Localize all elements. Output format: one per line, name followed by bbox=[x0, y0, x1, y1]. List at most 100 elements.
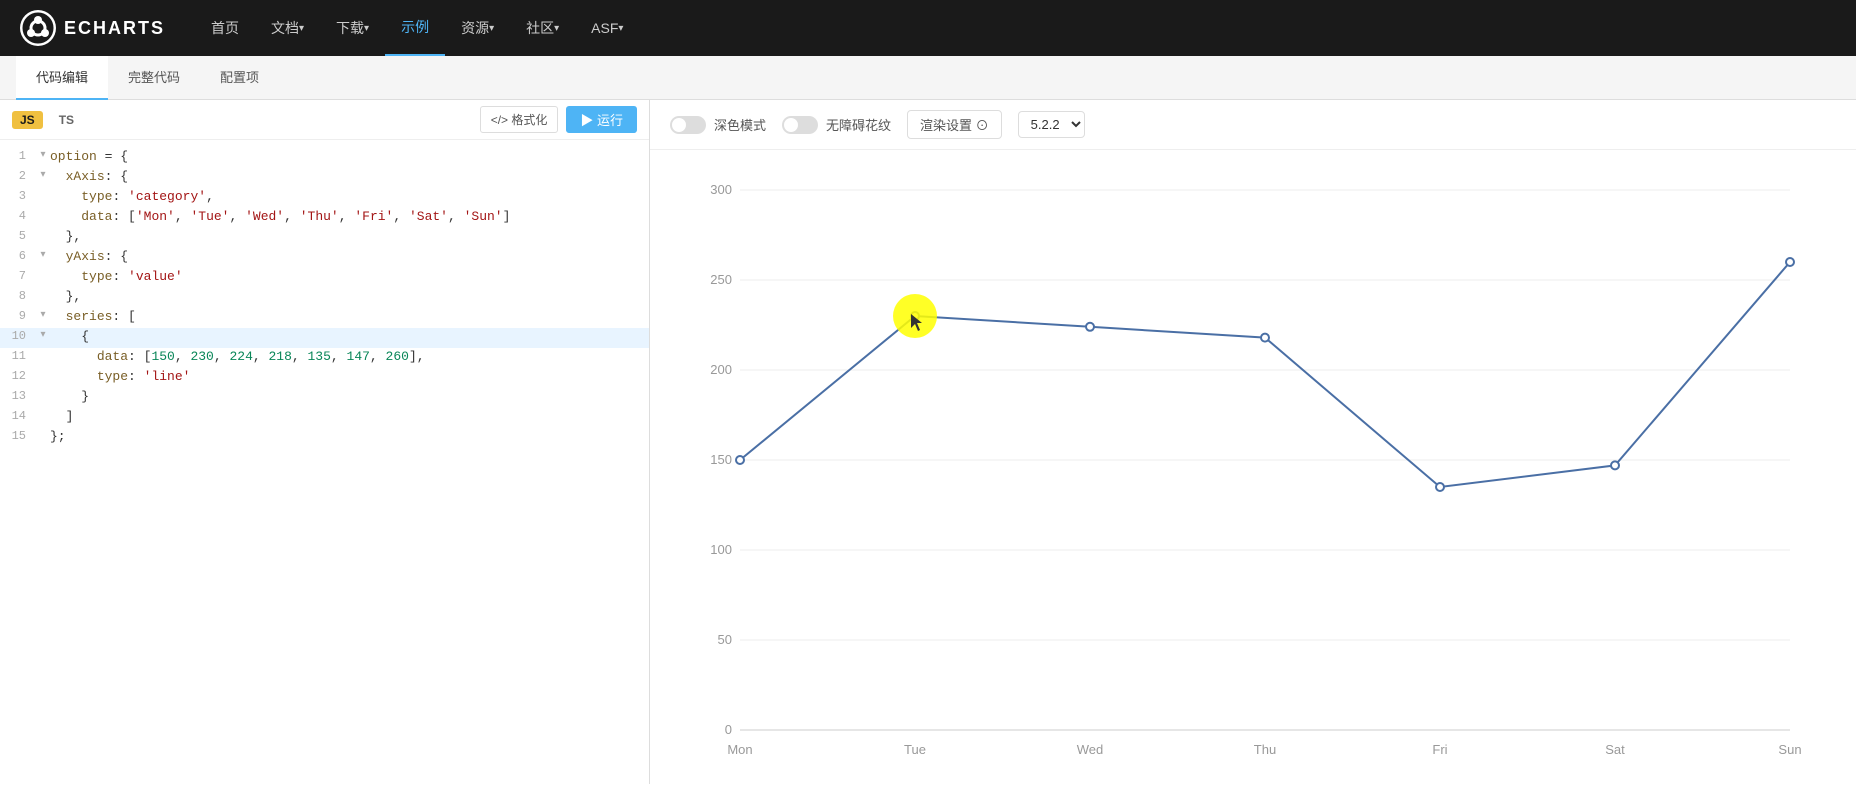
line-number: 1 bbox=[0, 149, 36, 163]
line-content: type: 'line' bbox=[50, 369, 190, 384]
dark-mode-toggle[interactable] bbox=[670, 116, 706, 134]
svg-text:Thu: Thu bbox=[1254, 742, 1276, 757]
svg-text:Tue: Tue bbox=[904, 742, 926, 757]
code-line: 1▾option = { bbox=[0, 148, 649, 168]
line-number: 10 bbox=[0, 329, 36, 343]
code-line: 3 type: 'category', bbox=[0, 188, 649, 208]
line-number: 11 bbox=[0, 349, 36, 363]
line-number: 5 bbox=[0, 229, 36, 243]
svg-text:Mon: Mon bbox=[727, 742, 752, 757]
dark-mode-label: 深色模式 bbox=[714, 115, 766, 134]
nav-item-download[interactable]: 下载 bbox=[320, 0, 385, 56]
line-content: ] bbox=[50, 409, 73, 424]
svg-text:100: 100 bbox=[710, 542, 732, 557]
svg-text:Sat: Sat bbox=[1605, 742, 1625, 757]
code-line: 8 }, bbox=[0, 288, 649, 308]
line-number: 12 bbox=[0, 369, 36, 383]
line-number: 2 bbox=[0, 169, 36, 183]
logo-icon bbox=[20, 10, 56, 46]
dark-mode-toggle-group: 深色模式 bbox=[670, 115, 766, 134]
line-content: option = { bbox=[50, 149, 128, 164]
nav-item-home[interactable]: 首页 bbox=[195, 0, 255, 56]
svg-text:150: 150 bbox=[710, 452, 732, 467]
version-select[interactable]: 5.2.2 bbox=[1018, 111, 1085, 138]
svg-text:Fri: Fri bbox=[1432, 742, 1447, 757]
svg-text:Wed: Wed bbox=[1077, 742, 1104, 757]
editor-panel: JS TS </> 格式化 ▶ 运行 1▾option = {2▾ xAxis:… bbox=[0, 100, 650, 784]
code-line: 15}; bbox=[0, 428, 649, 448]
svg-text:200: 200 bbox=[710, 362, 732, 377]
line-content: yAxis: { bbox=[50, 249, 128, 264]
nav-item-docs[interactable]: 文档 bbox=[255, 0, 320, 56]
code-line: 7 type: 'value' bbox=[0, 268, 649, 288]
line-number: 14 bbox=[0, 409, 36, 423]
code-line: 4 data: ['Mon', 'Tue', 'Wed', 'Thu', 'Fr… bbox=[0, 208, 649, 228]
line-content: type: 'category', bbox=[50, 189, 214, 204]
code-line: 12 type: 'line' bbox=[0, 368, 649, 388]
code-line: 10▾ { bbox=[0, 328, 649, 348]
svg-text:50: 50 bbox=[718, 632, 732, 647]
nav-item-resources[interactable]: 资源 bbox=[445, 0, 510, 56]
chart-area: 0 50 100 150 200 250 300 Mon Tue Wed Thu Fri Sat Sun bbox=[650, 150, 1856, 800]
nav-item-community[interactable]: 社区 bbox=[510, 0, 575, 56]
tab-config[interactable]: 配置项 bbox=[200, 56, 279, 100]
line-number: 6 bbox=[0, 249, 36, 263]
line-content: data: [150, 230, 224, 218, 135, 147, 260… bbox=[50, 349, 425, 364]
chart-panel: 深色模式 无障碍花纹 渲染设置 ⊙ 5.2.2 0 50 100 150 200 250 3… bbox=[650, 100, 1856, 784]
line-number: 3 bbox=[0, 189, 36, 203]
code-line: 6▾ yAxis: { bbox=[0, 248, 649, 268]
run-button[interactable]: ▶ 运行 bbox=[566, 106, 637, 133]
lang-js-badge[interactable]: JS bbox=[12, 111, 43, 129]
code-area[interactable]: 1▾option = {2▾ xAxis: {3 type: 'category… bbox=[0, 140, 649, 780]
line-number: 7 bbox=[0, 269, 36, 283]
code-line: 2▾ xAxis: { bbox=[0, 168, 649, 188]
chart-svg: 0 50 100 150 200 250 300 Mon Tue Wed Thu Fri Sat Sun bbox=[680, 170, 1830, 790]
nav-items: 首页 文档 下载 示例 资源 社区 ASF bbox=[195, 0, 639, 56]
line-number: 15 bbox=[0, 429, 36, 443]
code-line: 11 data: [150, 230, 224, 218, 135, 147, … bbox=[0, 348, 649, 368]
code-line: 13 } bbox=[0, 388, 649, 408]
line-content: }, bbox=[50, 229, 81, 244]
nav-item-asf[interactable]: ASF bbox=[575, 0, 639, 56]
line-content: data: ['Mon', 'Tue', 'Wed', 'Thu', 'Fri'… bbox=[50, 209, 510, 224]
line-content: xAxis: { bbox=[50, 169, 128, 184]
line-arrow-icon: ▾ bbox=[36, 249, 50, 261]
nav-logo[interactable]: ECHARTS bbox=[20, 10, 165, 46]
line-arrow-icon: ▾ bbox=[36, 329, 50, 341]
line-number: 13 bbox=[0, 389, 36, 403]
format-button[interactable]: </> 格式化 bbox=[480, 106, 559, 133]
tab-full-code[interactable]: 完整代码 bbox=[108, 56, 200, 100]
line-content: series: [ bbox=[50, 309, 136, 324]
svg-text:250: 250 bbox=[710, 272, 732, 287]
svg-text:Sun: Sun bbox=[1778, 742, 1801, 757]
line-number: 8 bbox=[0, 289, 36, 303]
code-line: 9▾ series: [ bbox=[0, 308, 649, 328]
render-settings-button[interactable]: 渲染设置 ⊙ bbox=[907, 110, 1002, 139]
chart-controls: 深色模式 无障碍花纹 渲染设置 ⊙ 5.2.2 bbox=[650, 100, 1856, 150]
accessible-toggle-group: 无障碍花纹 bbox=[782, 115, 891, 134]
line-arrow-icon: ▾ bbox=[36, 149, 50, 161]
line-content: } bbox=[50, 389, 89, 404]
line-number: 9 bbox=[0, 309, 36, 323]
line-content: }, bbox=[50, 289, 81, 304]
tab-code-editor[interactable]: 代码编辑 bbox=[16, 56, 108, 100]
line-content: type: 'value' bbox=[50, 269, 183, 284]
line-arrow-icon: ▾ bbox=[36, 169, 50, 181]
sub-tabs: 代码编辑 完整代码 配置项 bbox=[0, 56, 1856, 100]
brand-name: ECHARTS bbox=[64, 18, 165, 39]
code-line: 14 ] bbox=[0, 408, 649, 428]
accessible-label: 无障碍花纹 bbox=[826, 115, 891, 134]
lang-ts-badge[interactable]: TS bbox=[51, 111, 82, 129]
svg-text:300: 300 bbox=[710, 182, 732, 197]
line-arrow-icon: ▾ bbox=[36, 309, 50, 321]
main-layout: JS TS </> 格式化 ▶ 运行 1▾option = {2▾ xAxis:… bbox=[0, 100, 1856, 784]
nav-item-examples[interactable]: 示例 bbox=[385, 0, 445, 56]
svg-text:0: 0 bbox=[725, 722, 732, 737]
line-content: { bbox=[50, 329, 89, 344]
top-navigation: ECHARTS 首页 文档 下载 示例 资源 社区 ASF bbox=[0, 0, 1856, 56]
editor-toolbar: JS TS </> 格式化 ▶ 运行 bbox=[0, 100, 649, 140]
line-content: }; bbox=[50, 429, 66, 444]
line-number: 4 bbox=[0, 209, 36, 223]
code-line: 5 }, bbox=[0, 228, 649, 248]
accessible-toggle[interactable] bbox=[782, 116, 818, 134]
